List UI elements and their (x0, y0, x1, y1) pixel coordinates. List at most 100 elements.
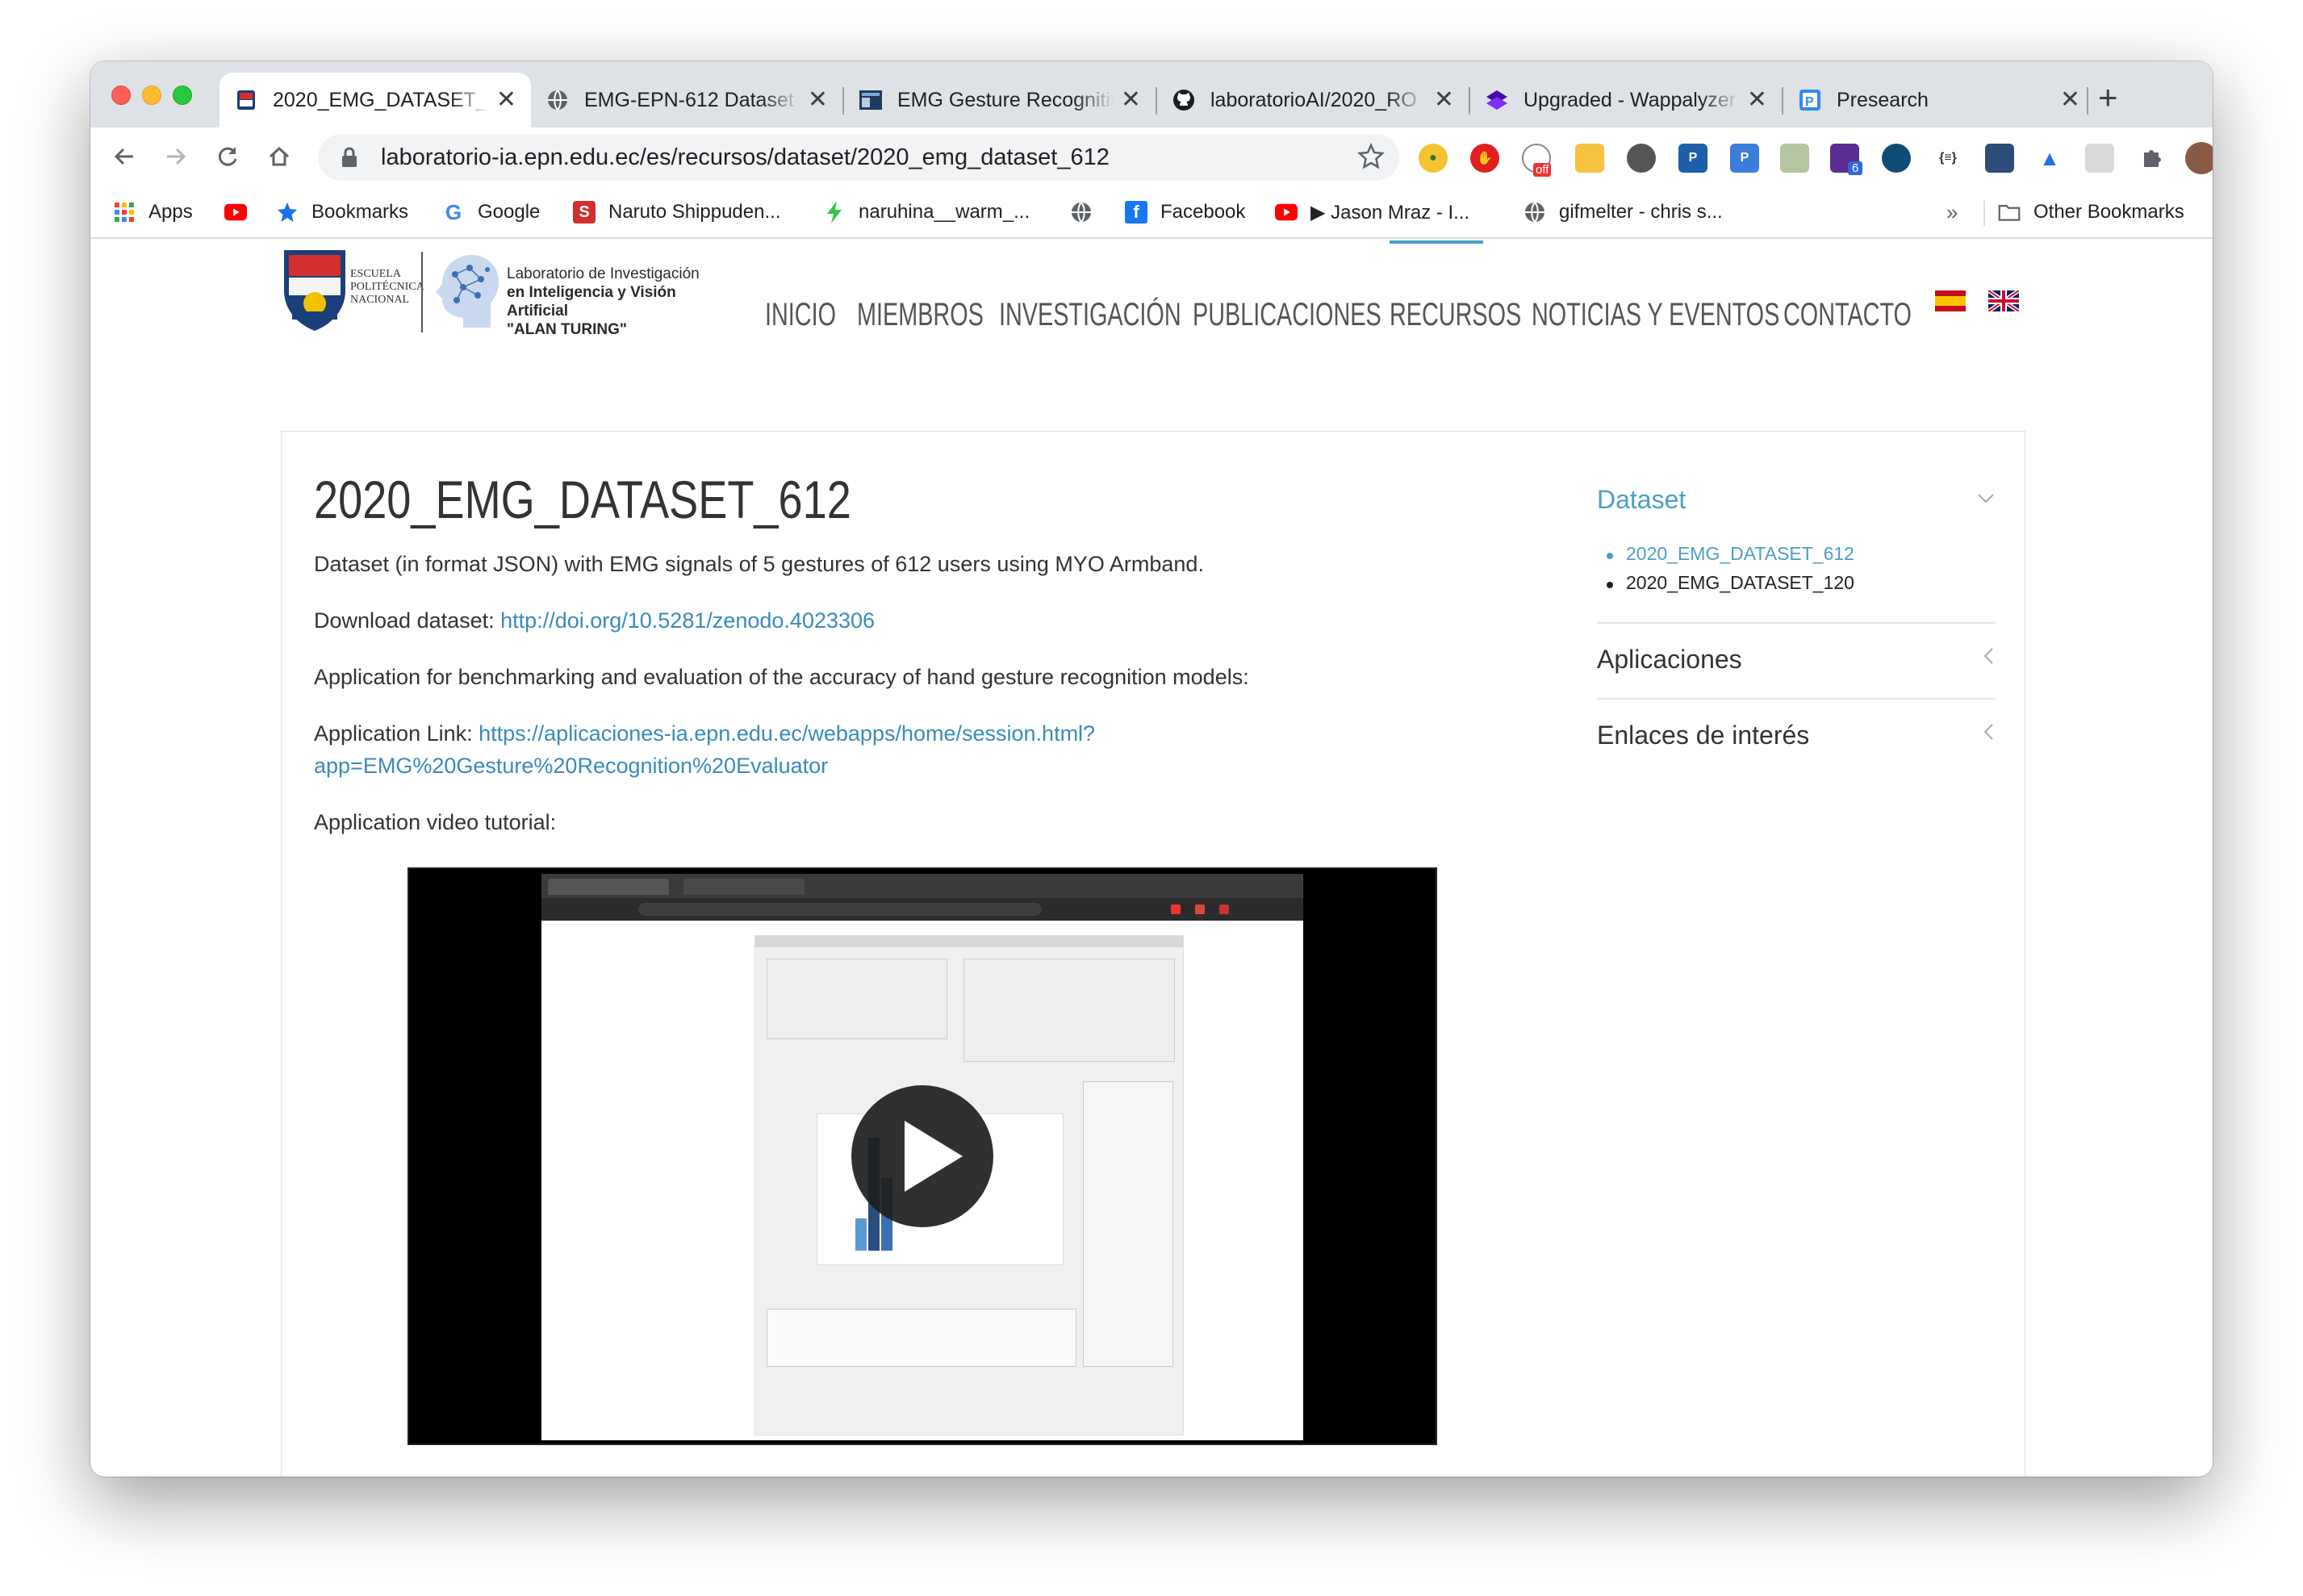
tab-close-icon[interactable]: ✕ (1121, 88, 1141, 112)
forward-icon[interactable] (158, 139, 194, 174)
bookmark-label: Naruto Shippuden... (608, 201, 781, 223)
image-extension-icon[interactable] (1780, 144, 1809, 173)
tab-title: Upgraded - Wappalyzer (1523, 88, 1737, 111)
circle-extension-icon[interactable] (1627, 144, 1656, 173)
tab-1[interactable]: EMG-EPN-612 Dataset ✕ (531, 73, 842, 127)
lock-icon[interactable] (341, 146, 358, 173)
bookmark-naruto[interactable]: S Naruto Shippuden... (573, 197, 780, 228)
nav-miembros[interactable]: MIEMBROS (857, 297, 984, 333)
tab-close-icon[interactable]: ✕ (1434, 88, 1454, 112)
tab-5[interactable]: P Presearch ✕ (1783, 73, 2095, 127)
bullet-icon (1607, 582, 1613, 588)
bookmark-gifmelter[interactable]: gifmelter - chris s... (1523, 197, 1723, 228)
extension-icon[interactable]: ● (1419, 144, 1448, 173)
tab-3[interactable]: laboratorioAI/2020_RO ✕ (1157, 73, 1469, 127)
globe-icon (545, 88, 570, 112)
tab-close-icon[interactable]: ✕ (2060, 88, 2080, 112)
nav-noticias-y-eventos[interactable]: NOTICIAS Y EVENTOS (1532, 297, 1779, 333)
apps-grid-icon (113, 201, 136, 224)
adblock-icon[interactable]: ✋ (1470, 144, 1499, 173)
tab-close-icon[interactable]: ✕ (496, 88, 516, 112)
sidebar-section-dataset[interactable]: Dataset (1597, 485, 1686, 515)
bookmark-apps[interactable]: Apps (113, 197, 193, 228)
close-window-button[interactable] (111, 86, 131, 105)
tab-close-icon[interactable]: ✕ (1747, 88, 1767, 112)
bookmark-youtube[interactable] (224, 197, 260, 228)
folder-extension-icon[interactable] (1575, 144, 1604, 173)
nav-inicio[interactable]: INICIO (765, 297, 836, 333)
chevron-left-icon[interactable] (1983, 646, 1996, 671)
globe-icon (1070, 201, 1093, 224)
off-badge: off (1533, 163, 1552, 177)
address-bar[interactable]: laboratorio-ia.epn.edu.ec/es/recursos/da… (318, 134, 1399, 181)
count-badge: 6 (1848, 161, 1863, 175)
url-text: laboratorio-ia.epn.edu.ec/es/recursos/da… (381, 144, 1110, 170)
bookmark-jason-mraz[interactable]: ▶ Jason Mraz - I... (1275, 197, 1469, 228)
eyedropper-extension-icon[interactable] (1985, 144, 2014, 173)
other-bookmarks[interactable]: Other Bookmarks (1998, 197, 2184, 228)
content-panel: 2020_EMG_DATASET_612 Dataset (in format … (281, 431, 2025, 1477)
puzzle-extensions-icon[interactable] (2137, 144, 2166, 173)
application-link-continued[interactable]: app=EMG%20Gesture%20Recognition%20Evalua… (314, 754, 828, 778)
turing-head-icon (436, 255, 499, 328)
bookmark-label: ▶ Jason Mraz - I... (1310, 201, 1470, 224)
application-link[interactable]: https://aplicaciones-ia.epn.edu.ec/webap… (479, 721, 1095, 746)
sidebar-section-enlaces[interactable]: Enlaces de interés (1597, 721, 1809, 750)
p-extension-icon[interactable]: P (1730, 144, 1759, 173)
sidebar-item-dataset-120[interactable]: 2020_EMG_DATASET_120 (1626, 572, 1854, 594)
application-description: Application for benchmarking and evaluat… (314, 665, 1249, 689)
chevron-left-icon[interactable] (1983, 722, 1996, 747)
nav-publicaciones[interactable]: PUBLICACIONES (1193, 297, 1381, 333)
sidebar-item-dataset-612[interactable]: 2020_EMG_DATASET_612 (1626, 543, 1854, 565)
video-label: Application video tutorial: (314, 810, 557, 834)
tab-close-icon[interactable]: ✕ (808, 88, 828, 112)
play-button[interactable] (851, 1085, 993, 1227)
tab-separator (2087, 87, 2088, 115)
star-icon (276, 201, 299, 224)
video-player[interactable] (408, 867, 1437, 1445)
nav-contacto[interactable]: CONTACTO (1783, 297, 1912, 333)
tab-4[interactable]: Upgraded - Wappalyzer ✕ (1470, 73, 1782, 127)
bookmark-label: gifmelter - chris s... (1559, 201, 1723, 223)
info-extension-icon[interactable] (1882, 144, 1911, 173)
download-link[interactable]: http://doi.org/10.5281/zenodo.4023306 (500, 608, 875, 633)
screenshot-extension-icon[interactable] (2085, 144, 2114, 173)
presearch-icon: P (1798, 88, 1822, 112)
site-logo[interactable]: ESCUELA POLITÉCNICA NACIONAL Laboratorio… (281, 247, 717, 338)
video-browser-tabs (541, 874, 1303, 898)
youtube-icon (1275, 201, 1298, 224)
wappalyzer-icon (1485, 88, 1509, 112)
minimize-window-button[interactable] (142, 86, 161, 105)
nav-investigacion[interactable]: INVESTIGACIÓN (999, 297, 1181, 333)
menu-dots-icon[interactable]: ⋮ (2182, 144, 2209, 171)
spanish-flag-icon[interactable] (1935, 290, 1966, 311)
english-flag-icon[interactable] (1988, 290, 2019, 311)
bookmark-naruhina[interactable]: naruhina__warm_... (823, 197, 1030, 228)
bullet-icon (1607, 553, 1613, 559)
bookmark-facebook[interactable]: f Facebook (1125, 197, 1245, 228)
new-tab-button[interactable]: + (2098, 81, 2118, 115)
bookmark-star-icon[interactable] (1357, 142, 1385, 174)
dataset-description: Dataset (in format JSON) with EMG signal… (314, 552, 1204, 576)
json-extension-icon[interactable]: {≡} (1933, 144, 1962, 173)
epn-favicon-icon (234, 88, 258, 112)
p-extension-icon[interactable]: P (1678, 144, 1707, 173)
logo-divider (421, 252, 423, 332)
lightning-icon (823, 201, 846, 224)
google-icon: G (445, 199, 462, 224)
tab-2[interactable]: EMG Gesture Recognition ✕ (844, 73, 1156, 127)
bookmark-bookmarks[interactable]: Bookmarks (276, 197, 408, 228)
tab-0[interactable]: 2020_EMG_DATASET_612 ✕ (219, 73, 531, 127)
sidebar-section-aplicaciones[interactable]: Aplicaciones (1597, 645, 1742, 675)
bookmark-google[interactable]: G Google (442, 197, 541, 228)
bookmarks-divider (1983, 200, 1985, 226)
bookmarks-overflow-button[interactable]: » (1946, 197, 1958, 228)
bookmark-globe[interactable] (1070, 197, 1106, 228)
back-icon[interactable] (107, 139, 142, 174)
home-icon[interactable] (261, 139, 297, 174)
nav-recursos[interactable]: RECURSOS (1390, 297, 1521, 333)
maximize-window-button[interactable] (173, 86, 192, 105)
graduation-extension-icon[interactable]: ▲ (2035, 144, 2064, 173)
chevron-down-icon[interactable] (1976, 488, 1996, 511)
reload-icon[interactable] (210, 139, 245, 174)
